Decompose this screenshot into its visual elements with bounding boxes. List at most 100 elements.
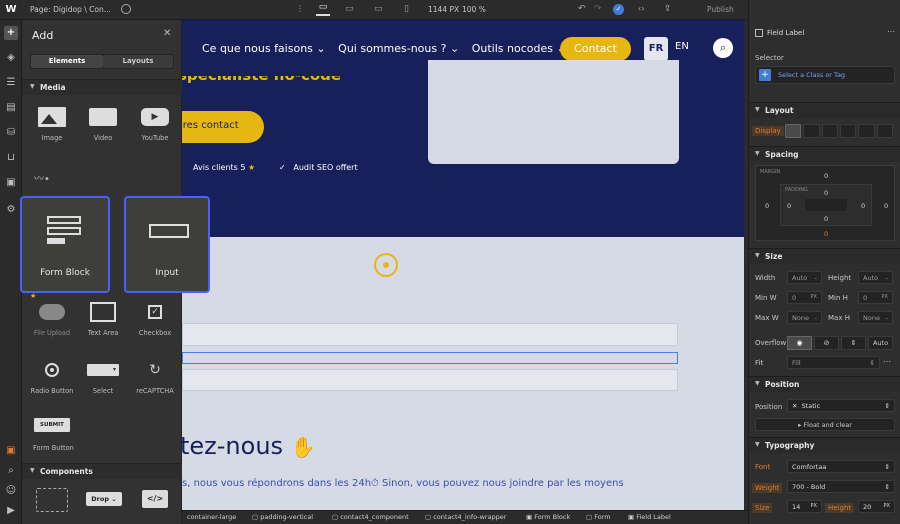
padding-left[interactable]: 0 <box>787 202 791 210</box>
select-element[interactable]: ▾ Select <box>78 359 128 395</box>
spacing-section-header[interactable]: ▼ Spacing <box>749 146 900 162</box>
weight-select[interactable]: 700 - Bold ⇕ <box>787 480 895 493</box>
lottie-icon[interactable]: 〰• <box>34 170 50 185</box>
desktop-icon[interactable]: ▭ <box>316 2 330 16</box>
text-area-element[interactable]: Text Area <box>78 301 128 337</box>
form-field-1[interactable] <box>182 323 678 346</box>
float-clear-button[interactable]: ▸ Float and clear <box>755 418 895 431</box>
breadcrumb-item[interactable]: ▢ padding-vertical <box>252 513 313 521</box>
breadcrumb-item[interactable]: container-large <box>187 513 236 521</box>
breadcrumb-item[interactable]: ▢ contact4_info-wrapper <box>425 513 506 521</box>
height-input[interactable]: Auto - <box>858 271 893 284</box>
breadcrumb-item[interactable]: ▣ Field Label <box>628 513 671 521</box>
check-icon[interactable]: ✓ <box>613 4 624 15</box>
tab-elements[interactable]: Elements <box>31 55 103 68</box>
ecommerce-icon[interactable]: ⊔ <box>4 151 18 165</box>
users-icon[interactable]: ☺ <box>4 484 18 498</box>
eye-icon[interactable] <box>121 4 131 14</box>
line-height-input[interactable]: 20 PX <box>858 500 895 513</box>
pages-icon[interactable]: ▤ <box>4 101 18 115</box>
video-element[interactable]: Video <box>78 106 128 142</box>
max-width-input[interactable]: None - <box>787 311 822 324</box>
components-section-header[interactable]: ▼ Components <box>22 463 182 479</box>
fit-select[interactable]: Fill ⇕ <box>787 356 880 369</box>
hero-cta-button[interactable]: ires contact <box>182 111 264 143</box>
font-size-input[interactable]: 14 PX <box>787 500 822 513</box>
width-input[interactable]: Auto - <box>787 271 822 284</box>
navigator-icon[interactable]: ☰ <box>4 76 18 90</box>
more-icon[interactable]: ⋮ <box>296 4 304 13</box>
typography-section-header[interactable]: ▼ Typography <box>749 437 900 453</box>
components-video-icon[interactable] <box>36 488 68 512</box>
media-section-header[interactable]: ▼ Media <box>22 79 182 95</box>
file-upload-element[interactable]: File Upload <box>27 301 77 337</box>
page-label[interactable]: Page: Digidop \ Con... <box>30 5 111 14</box>
input-element[interactable]: Input <box>124 196 210 293</box>
min-width-input[interactable]: 0 PX <box>787 291 822 304</box>
margin-bottom[interactable]: 0 <box>824 230 828 238</box>
search-icon[interactable]: ⌕ <box>4 464 18 478</box>
contact-button[interactable]: Contact <box>560 37 631 61</box>
more-icon[interactable]: ⋯ <box>887 27 895 36</box>
close-icon[interactable]: ✕ <box>163 28 171 39</box>
breadcrumb-item[interactable]: ▣ Form Block <box>526 513 570 521</box>
margin-top[interactable]: 0 <box>824 172 828 180</box>
form-field-2[interactable] <box>182 369 678 391</box>
radio-button-element[interactable]: Radio Button <box>27 359 77 395</box>
field-label-selected[interactable] <box>182 352 678 364</box>
more-icon[interactable]: ⋯ <box>883 357 891 366</box>
padding-bottom[interactable]: 0 <box>824 215 828 223</box>
tablet-icon[interactable]: ▭ <box>374 4 383 14</box>
nav-item-about[interactable]: Qui sommes-nous ? ⌄ <box>338 42 459 55</box>
assets-icon[interactable]: ▣ <box>4 176 18 190</box>
margin-left[interactable]: 0 <box>765 202 769 210</box>
checkbox-element[interactable]: ✓ Checkbox <box>130 301 180 337</box>
position-select[interactable]: ✕ Static ⇕ <box>787 399 895 412</box>
box-icon[interactable]: ◈ <box>4 51 18 65</box>
padding-box[interactable]: PADDING 0 0 0 0 <box>780 184 872 226</box>
breadcrumb-item[interactable]: ▢ contact4_component <box>332 513 409 521</box>
audit-icon[interactable]: ▣ <box>4 444 18 458</box>
tab-layouts[interactable]: Layouts <box>103 55 173 68</box>
search-button[interactable]: ⌕ <box>713 38 733 58</box>
font-select[interactable]: Comfortaa ⇕ <box>787 460 895 473</box>
laptop-icon[interactable]: ▭ <box>345 4 354 14</box>
spacing-box[interactable]: MARGIN 0 0 0 0 PADDING 0 0 0 0 <box>755 165 895 241</box>
dropdown-component[interactable]: Drop ⌄ <box>86 492 122 506</box>
youtube-element[interactable]: ▶ YouTube <box>130 106 180 142</box>
lang-en-button[interactable]: EN <box>675 41 689 52</box>
phone-icon[interactable]: ▯ <box>404 4 409 14</box>
size-section-header[interactable]: ▼ Size <box>749 248 900 264</box>
redo-icon[interactable]: ↷ <box>594 4 602 14</box>
undo-icon[interactable]: ↶ <box>578 4 586 14</box>
add-icon[interactable]: + <box>4 26 18 40</box>
publish-button[interactable]: Publish <box>707 5 734 14</box>
embed-code-icon[interactable]: </> <box>142 490 168 508</box>
recaptcha-element[interactable]: ↻ reCAPTCHA <box>130 359 180 395</box>
nav-item-tools[interactable]: Outils nocodes ⌄ <box>472 42 566 55</box>
lang-fr-button[interactable]: FR <box>644 37 668 61</box>
form-block-element[interactable]: Form Block <box>20 196 110 293</box>
min-height-input[interactable]: 0 PX <box>858 291 893 304</box>
settings-gear-icon[interactable]: ⚙ <box>4 203 18 217</box>
padding-right[interactable]: 0 <box>861 202 865 210</box>
cms-icon[interactable]: ⛁ <box>4 126 18 140</box>
video-help-icon[interactable]: ▶ <box>4 504 18 518</box>
code-icon[interactable]: ‹› <box>638 4 644 13</box>
star-icon: ★ <box>30 292 37 300</box>
layout-section-header[interactable]: ▼ Layout <box>749 102 900 118</box>
image-element[interactable]: Image <box>27 106 77 142</box>
form-button-element[interactable]: SUBMIT Form Button <box>27 418 87 452</box>
overflow-options[interactable]: ◉ ⊘ ⇕ Auto <box>787 336 893 350</box>
share-icon[interactable]: ⇪ <box>664 4 672 14</box>
webflow-logo-icon[interactable]: W <box>4 3 18 17</box>
padding-top[interactable]: 0 <box>824 189 828 197</box>
selector-input[interactable]: + Select a Class or Tag <box>755 66 895 84</box>
position-section-header[interactable]: ▼ Position <box>749 376 900 392</box>
max-height-input[interactable]: None - <box>858 311 893 324</box>
nav-item-services[interactable]: Ce que nous faisons ⌄ <box>202 42 326 55</box>
design-canvas[interactable]: Ce que nous faisons ⌄ Qui sommes-nous ? … <box>182 20 744 510</box>
breadcrumb-item[interactable]: ▢ Form <box>586 513 611 521</box>
display-options[interactable] <box>785 124 893 138</box>
margin-right[interactable]: 0 <box>884 202 888 210</box>
